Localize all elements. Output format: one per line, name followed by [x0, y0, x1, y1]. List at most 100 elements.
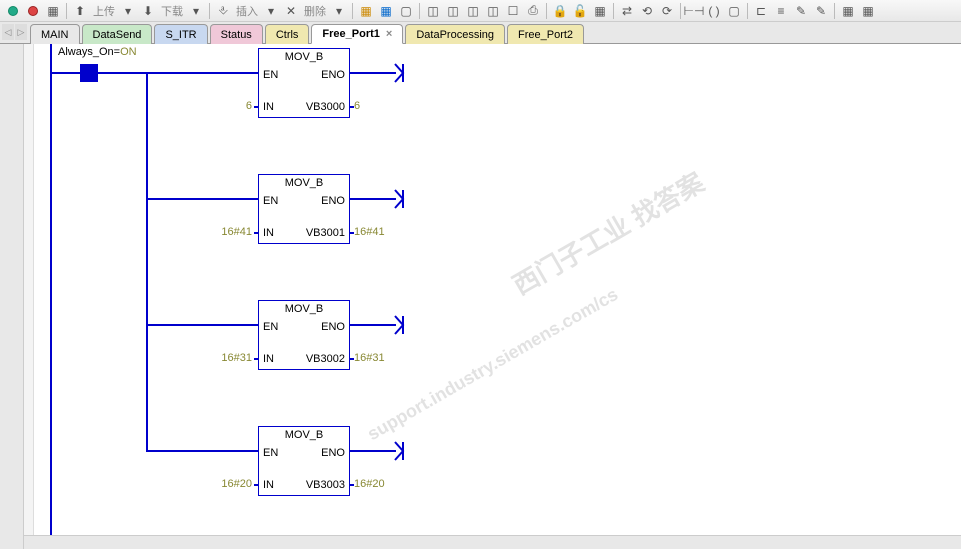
- tab-prev-icon[interactable]: ◁: [2, 24, 14, 40]
- wire: [254, 106, 258, 108]
- mov-b-block[interactable]: MOV_B EN ENO IN VB3002: [258, 300, 350, 370]
- tab-nav: ◁ ▷: [2, 24, 28, 40]
- tab-ctrls[interactable]: Ctrls: [265, 24, 310, 44]
- pin-en: EN: [263, 69, 278, 81]
- in-value: 16#20: [221, 478, 252, 490]
- tool-icon[interactable]: ▦: [591, 2, 609, 20]
- lock-icon[interactable]: 🔒: [551, 2, 569, 20]
- tool-icon[interactable]: ▦: [357, 2, 375, 20]
- block-title: MOV_B: [259, 301, 349, 315]
- tool-icon[interactable]: ⎙: [524, 2, 542, 20]
- wire: [350, 358, 354, 360]
- unlock-icon[interactable]: 🔓: [571, 2, 589, 20]
- block-title: MOV_B: [259, 175, 349, 189]
- tab-datasend[interactable]: DataSend: [82, 24, 153, 44]
- delete-label: 删除: [302, 3, 328, 19]
- insert-label: 插入: [234, 3, 260, 19]
- mov-b-block[interactable]: MOV_BENENOINVB3003: [258, 426, 350, 496]
- contact-symbol[interactable]: [80, 64, 98, 82]
- wire: [350, 450, 396, 452]
- ladder-canvas[interactable]: Always_On=ON MOV_BENENOINVB300066MOV_BEN…: [0, 44, 961, 549]
- out-value: 16#20: [354, 478, 385, 490]
- wire: [350, 232, 354, 234]
- block-title: MOV_B: [259, 427, 349, 441]
- compile-icon[interactable]: ▦: [44, 2, 62, 20]
- tool-icon[interactable]: ▦: [859, 2, 877, 20]
- pin-out: VB3002: [306, 353, 345, 365]
- terminator-icon: [394, 441, 410, 461]
- pin-en: EN: [263, 321, 278, 333]
- mov-b-block[interactable]: MOV_BENENOINVB3001: [258, 174, 350, 244]
- tab-status[interactable]: Status: [210, 24, 263, 44]
- watermark: 西门子工业 找答案: [505, 163, 710, 303]
- tool-icon[interactable]: ⟲: [638, 2, 656, 20]
- run-icon[interactable]: [4, 2, 22, 20]
- tab-s_itr[interactable]: S_ITR: [154, 24, 207, 44]
- wire: [350, 72, 396, 74]
- tool-icon[interactable]: ◫: [444, 2, 462, 20]
- tool-icon[interactable]: ▦: [839, 2, 857, 20]
- diagram: Always_On=ON MOV_BENENOINVB300066MOV_BEN…: [40, 44, 961, 549]
- tool-icon[interactable]: ≡: [772, 2, 790, 20]
- tab-free_port1[interactable]: Free_Port1×: [311, 24, 403, 44]
- dropdown-icon[interactable]: ▾: [330, 2, 348, 20]
- tool-icon[interactable]: ◫: [484, 2, 502, 20]
- delete-icon[interactable]: ✕: [282, 2, 300, 20]
- pin-in: IN: [263, 353, 274, 365]
- tool-icon[interactable]: ⟳: [658, 2, 676, 20]
- wire: [146, 72, 148, 450]
- upload-icon[interactable]: ⬆: [71, 2, 89, 20]
- tab-dataprocessing[interactable]: DataProcessing: [405, 24, 505, 44]
- tab-main[interactable]: MAIN: [30, 24, 80, 44]
- tool-icon[interactable]: ▦: [377, 2, 395, 20]
- pin-eno: ENO: [321, 447, 345, 459]
- watermark: support.industry.siemens.com/cs: [364, 284, 622, 445]
- left-rail: [50, 44, 52, 549]
- dropdown-icon[interactable]: ▾: [119, 2, 137, 20]
- in-value: 16#31: [221, 352, 252, 364]
- tab-free_port2[interactable]: Free_Port2: [507, 24, 584, 44]
- box-icon[interactable]: ▢: [725, 2, 743, 20]
- tab-close-icon[interactable]: ×: [386, 28, 392, 40]
- scrollbar-bottom[interactable]: [24, 535, 961, 549]
- out-value: 16#31: [354, 352, 385, 364]
- tool-icon[interactable]: ▢: [397, 2, 415, 20]
- wire: [146, 72, 258, 74]
- tool-icon[interactable]: ◫: [424, 2, 442, 20]
- wire: [350, 198, 396, 200]
- pin-eno: ENO: [321, 69, 345, 81]
- download-icon[interactable]: ⬇: [139, 2, 157, 20]
- tabs-row: ◁ ▷ MAINDataSendS_ITRStatusCtrlsFree_Por…: [0, 22, 961, 44]
- tool-icon[interactable]: ⊏: [752, 2, 770, 20]
- contact-label: Always_On=ON: [58, 46, 137, 58]
- wire: [254, 358, 258, 360]
- insert-icon[interactable]: ⎀: [214, 2, 232, 20]
- dropdown-icon[interactable]: ▾: [262, 2, 280, 20]
- wire: [350, 324, 396, 326]
- pin-en: EN: [263, 195, 278, 207]
- pin-eno: ENO: [321, 195, 345, 207]
- tool-icon[interactable]: ⇄: [618, 2, 636, 20]
- tool-icon[interactable]: ☐: [504, 2, 522, 20]
- tool-icon[interactable]: ✎: [812, 2, 830, 20]
- contact-icon[interactable]: ⊢⊣: [685, 2, 703, 20]
- tab-next-icon[interactable]: ▷: [15, 24, 27, 40]
- out-value: 6: [354, 100, 360, 112]
- mov-b-block[interactable]: MOV_BENENOINVB3000: [258, 48, 350, 118]
- wire: [254, 484, 258, 486]
- pin-en: EN: [263, 447, 278, 459]
- coil-icon[interactable]: ( ): [705, 2, 723, 20]
- wire: [146, 198, 258, 200]
- dropdown-icon[interactable]: ▾: [187, 2, 205, 20]
- left-gutter: [0, 44, 24, 549]
- wire: [146, 450, 258, 452]
- upload-label: 上传: [91, 3, 117, 19]
- pin-eno: ENO: [321, 321, 345, 333]
- tool-icon[interactable]: ✎: [792, 2, 810, 20]
- pin-out: VB3003: [306, 479, 345, 491]
- wire: [146, 324, 258, 326]
- terminator-icon: [394, 315, 410, 335]
- tool-icon[interactable]: ◫: [464, 2, 482, 20]
- stop-icon[interactable]: [24, 2, 42, 20]
- in-value: 16#41: [221, 226, 252, 238]
